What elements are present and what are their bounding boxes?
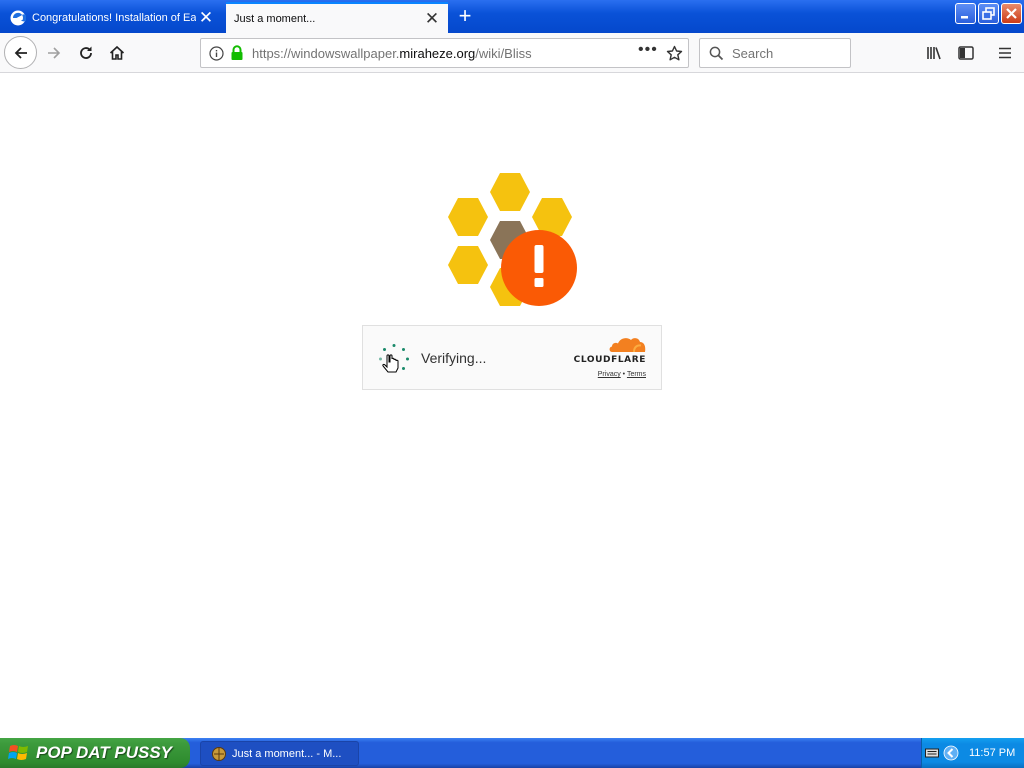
edge-style-e-icon bbox=[10, 10, 26, 25]
tab-strip: Congratulations! Installation of Ea ✕ Ju… bbox=[0, 0, 1024, 33]
clock[interactable]: 11:57 PM bbox=[969, 747, 1015, 759]
forward-arrow-icon bbox=[48, 47, 61, 59]
cloudflare-logo: CLOUDFLARE Privacy • Terms bbox=[570, 335, 650, 381]
search-placeholder: Search bbox=[732, 46, 774, 61]
page-content: Verifying... CLOUDFLARE Privacy • Terms bbox=[0, 74, 1024, 738]
restore-icon bbox=[982, 7, 995, 20]
tray-collapse-chevron-icon[interactable] bbox=[943, 745, 959, 761]
home-icon bbox=[109, 45, 125, 60]
close-window-button[interactable] bbox=[1001, 3, 1022, 24]
taskbar-window-label: Just a moment... - M... bbox=[232, 747, 342, 760]
address-bar[interactable]: https://windowswallpaper.miraheze.org/wi… bbox=[200, 38, 689, 68]
sidebar-icon bbox=[958, 46, 974, 60]
restore-button[interactable] bbox=[978, 3, 999, 24]
search-icon bbox=[709, 46, 724, 61]
minimize-icon bbox=[961, 16, 968, 19]
tab-label: Congratulations! Installation of Ea bbox=[32, 11, 196, 24]
taskbar-window-item[interactable]: Just a moment... - M... bbox=[200, 741, 359, 766]
site-logo-honeycomb-with-alert-icon bbox=[448, 173, 577, 306]
cloudflare-challenge-widget: Verifying... CLOUDFLARE Privacy • Terms bbox=[362, 325, 662, 390]
url-text[interactable]: https://windowswallpaper.miraheze.org/wi… bbox=[252, 46, 532, 61]
library-button[interactable] bbox=[920, 39, 948, 67]
verifying-label: Verifying... bbox=[421, 350, 487, 366]
hamburger-menu-icon bbox=[999, 47, 1011, 59]
back-button[interactable] bbox=[4, 36, 37, 69]
tab-label: Just a moment... bbox=[234, 12, 316, 25]
tab-congratulations[interactable]: Congratulations! Installation of Ea ✕ bbox=[0, 2, 222, 33]
new-tab-button[interactable]: + bbox=[452, 5, 478, 29]
reload-button[interactable] bbox=[72, 39, 100, 67]
sidebar-toggle-button[interactable] bbox=[952, 39, 980, 67]
back-arrow-icon bbox=[14, 46, 27, 59]
reload-icon bbox=[80, 46, 92, 59]
minimize-button[interactable] bbox=[955, 3, 976, 24]
keyboard-icon[interactable] bbox=[925, 747, 939, 759]
page-actions-icon[interactable]: ••• bbox=[638, 41, 658, 59]
forward-button[interactable] bbox=[40, 39, 68, 67]
terms-link[interactable]: Terms bbox=[627, 371, 646, 378]
close-icon[interactable]: ✕ bbox=[196, 8, 216, 28]
hand-cursor-icon bbox=[382, 354, 399, 373]
menu-button[interactable] bbox=[991, 39, 1019, 67]
library-icon bbox=[927, 47, 941, 60]
start-label: POP DAT PUSSY bbox=[36, 743, 173, 762]
navigation-toolbar: https://windowswallpaper.miraheze.org/wi… bbox=[0, 33, 1024, 73]
home-button[interactable] bbox=[103, 39, 131, 67]
spinner-icon bbox=[379, 344, 409, 373]
close-icon bbox=[1006, 8, 1017, 19]
lock-icon[interactable] bbox=[230, 45, 244, 61]
taskbar: POP DAT PUSSY Just a moment... - M... 11… bbox=[0, 738, 1024, 768]
close-icon[interactable]: ✕ bbox=[422, 9, 442, 29]
windows-logo-icon bbox=[8, 745, 28, 760]
search-input[interactable]: Search bbox=[699, 38, 851, 68]
bookmark-star-icon[interactable] bbox=[666, 45, 683, 62]
info-icon[interactable] bbox=[209, 46, 224, 61]
start-button[interactable]: POP DAT PUSSY bbox=[0, 738, 190, 768]
cloudflare-wordmark: CLOUDFLARE bbox=[573, 355, 646, 365]
cloudflare-links: Privacy • Terms bbox=[597, 371, 646, 378]
browser-window-icon bbox=[212, 746, 226, 761]
tab-just-a-moment[interactable]: Just a moment... ✕ bbox=[226, 2, 448, 33]
cloudflare-cloud-icon bbox=[609, 338, 646, 353]
privacy-link[interactable]: Privacy bbox=[598, 371, 621, 378]
system-tray: 11:57 PM bbox=[921, 738, 1024, 768]
